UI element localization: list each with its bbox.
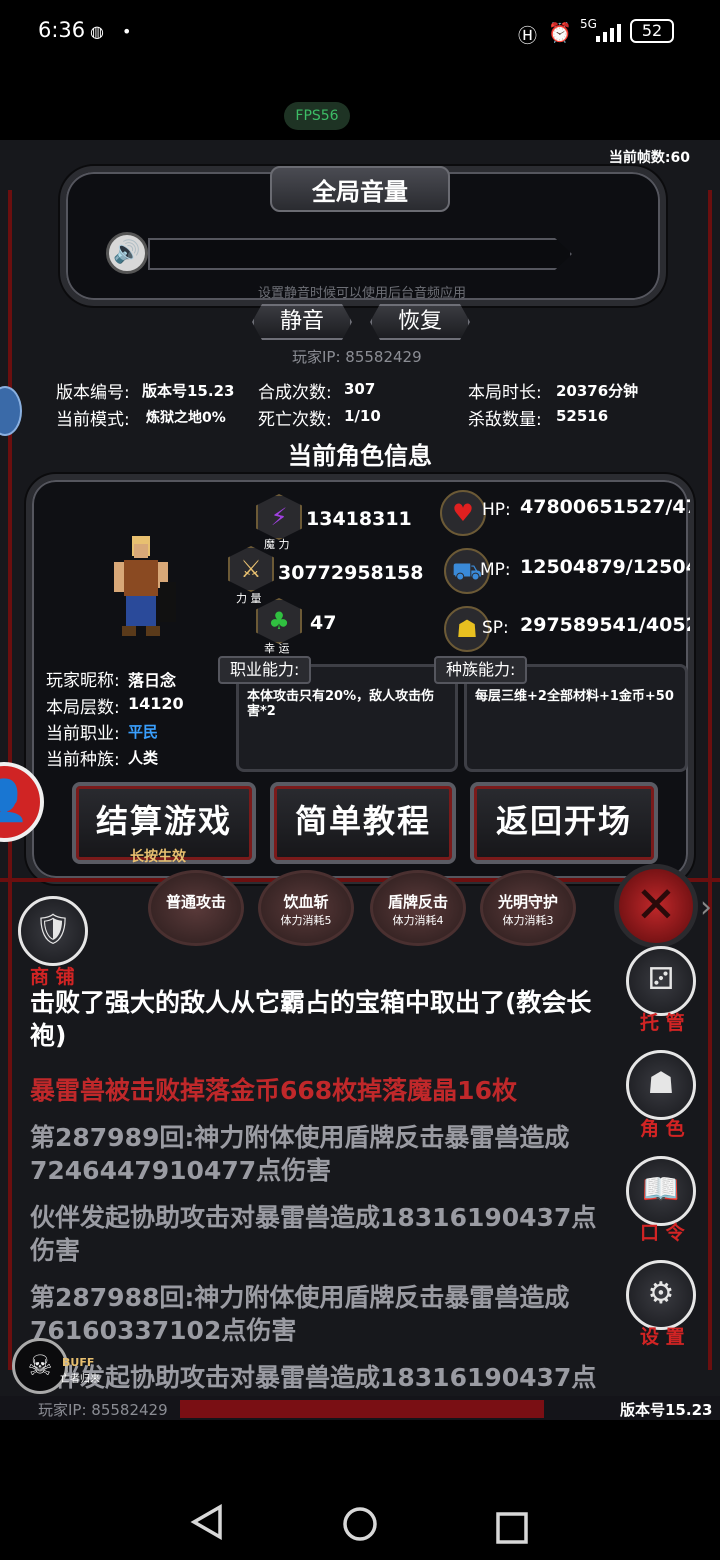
system-nav-bar — [0, 1420, 720, 1560]
log-line: 暴雷兽被击败掉落金币668枚掉落魔晶16枚 — [30, 1076, 517, 1105]
hp-bar — [180, 1400, 544, 1418]
tutorial-button[interactable]: 简单教程 — [270, 782, 456, 864]
fps-counter: FPS56 — [284, 102, 350, 130]
player-ip: 玩家IP: 85582429 — [292, 348, 422, 366]
mute-button[interactable]: 静音 — [252, 304, 352, 340]
skull-buff-icon[interactable]: ☠ — [12, 1338, 68, 1394]
settings-gear-icon[interactable]: ⚙ — [626, 1260, 696, 1330]
buff-label: BUFF — [62, 1356, 95, 1369]
footer-version: 版本号15.23 — [620, 1401, 713, 1419]
floor-value: 14120 — [128, 694, 184, 713]
class-label: 当前职业: — [46, 724, 120, 744]
magic-value: 13418311 — [306, 508, 412, 530]
shop-label[interactable]: 商 铺 — [30, 962, 75, 989]
log-line: 第287989回:神力附体使用盾牌反击暴雷兽造成7246447910477点伤害 — [30, 1123, 570, 1185]
right-rail-decoration — [708, 190, 712, 1370]
race-ability-tab: 种族能力: — [434, 656, 528, 684]
heart-icon: ♥ — [440, 490, 486, 536]
host-dice-icon[interactable]: ⚂ — [626, 946, 696, 1016]
divider — [0, 878, 720, 882]
luck-label: 幸 运 — [264, 642, 290, 655]
log-line: 伙伴发起协助攻击对暴雷兽造成18316190437点伤害 — [30, 1203, 597, 1265]
role-hood-icon[interactable]: ☗ — [626, 1050, 696, 1120]
class-value: 平民 — [128, 723, 159, 741]
race-value: 人类 — [128, 749, 159, 767]
status-time: 6:36 — [38, 18, 86, 42]
volume-slider[interactable] — [148, 238, 572, 270]
duration-value: 20376分钟 — [556, 382, 639, 400]
kills-label: 杀敌数量: — [468, 410, 542, 430]
battery-indicator: 52 — [630, 19, 674, 43]
class-ability-tab: 职业能力: — [218, 656, 312, 684]
hold-hint: 长按生效 — [130, 849, 186, 865]
skill-shield-counter[interactable]: 盾牌反击 体力消耗4 — [370, 870, 466, 946]
speaker-icon[interactable]: 🔊 — [106, 232, 148, 274]
version-label: 版本编号: — [56, 383, 130, 403]
signal-icon — [596, 24, 622, 46]
log-line: 伙伴发起协助攻击对暴雷兽造成18316190437点 — [30, 1363, 597, 1392]
skill-normal-attack[interactable]: 普通攻击 — [148, 870, 244, 946]
kills-value: 52516 — [556, 407, 609, 425]
recents-icon[interactable] — [496, 1508, 528, 1554]
alarm-icon: ⏰ — [548, 22, 572, 44]
skill-blood-slash[interactable]: 饮血斩 体力消耗5 — [258, 870, 354, 946]
back-to-start-button[interactable]: 返回开场 — [470, 782, 658, 864]
mp-label: MP: — [480, 560, 511, 580]
skill-holy-guard[interactable]: 光明守护 体力消耗3 — [480, 870, 576, 946]
hd-call-icon: Ⓗ — [518, 25, 538, 47]
character-sprite — [100, 532, 180, 646]
home-icon[interactable] — [342, 1506, 378, 1552]
mode-label: 当前模式: — [56, 410, 130, 430]
code-label[interactable]: 口 令 — [640, 1218, 685, 1245]
mp-value: 12504879/1250487 — [520, 556, 690, 578]
character-info-header: 当前角色信息 — [288, 442, 432, 470]
chevron-right-icon[interactable]: › — [700, 890, 712, 925]
strength-label: 力 量 — [236, 592, 262, 605]
mode-value: 炼狱之地0% — [146, 410, 226, 426]
death-count-value: 1/10 — [344, 407, 381, 425]
role-label[interactable]: 角 色 — [640, 1114, 685, 1141]
race-label: 当前种族: — [46, 750, 120, 770]
luck-value: 47 — [310, 612, 337, 634]
merge-count-label: 合成次数: — [258, 383, 332, 403]
magic-label: 魔 力 — [264, 538, 290, 551]
log-line: 击败了强大的敌人从它霸占的宝箱中取出了(教会长袍) — [30, 988, 592, 1050]
death-count-label: 死亡次数: — [258, 410, 332, 430]
code-book-icon[interactable]: 📖 — [626, 1156, 696, 1226]
buff-sub: 亡者归来 — [60, 1374, 100, 1385]
strength-value: 30772958158 — [278, 562, 424, 584]
frame-counter: 当前帧数:60 — [608, 150, 690, 166]
network-type: 5G — [580, 17, 597, 31]
settings-label[interactable]: 设 置 — [640, 1322, 685, 1349]
volume-title: 全局音量 — [312, 178, 408, 206]
nickname-label: 玩家昵称: — [46, 671, 120, 691]
version-value: 版本号15.23 — [142, 382, 235, 400]
nickname-value: 落日念 — [128, 671, 177, 690]
hp-label: HP: — [482, 500, 511, 520]
notification-icon: ◍ — [90, 22, 104, 41]
shop-icon[interactable]: 🛡 — [18, 896, 88, 966]
footer-player-ip: 玩家IP: 85582429 — [38, 1401, 168, 1419]
close-x-icon[interactable]: ✕ — [614, 864, 698, 948]
merge-count-value: 307 — [344, 380, 376, 398]
sp-value: 297589541/405254 — [520, 614, 690, 636]
sp-label: SP: — [482, 618, 509, 638]
log-line: 第287988回:神力附体使用盾牌反击暴雷兽造成76160337102点伤害 — [30, 1283, 570, 1345]
mute-hint: 设置静音时候可以使用后台音频应用 — [257, 286, 466, 301]
battle-log[interactable]: 击败了强大的敌人从它霸占的宝箱中取出了(教会长袍) 暴雷兽被击败掉落金币668枚… — [30, 986, 610, 1396]
back-icon[interactable] — [190, 1503, 224, 1550]
floor-label: 本局层数: — [46, 698, 120, 718]
dot-icon: • — [122, 22, 132, 41]
status-bar: 6:36 ◍ • Ⓗ ⏰ 5G 52 — [0, 0, 720, 64]
host-label[interactable]: 托 管 — [640, 1008, 685, 1035]
hp-value: 47800651527/4780 — [520, 496, 690, 518]
duration-label: 本局时长: — [468, 383, 542, 403]
restore-button[interactable]: 恢复 — [370, 304, 470, 340]
